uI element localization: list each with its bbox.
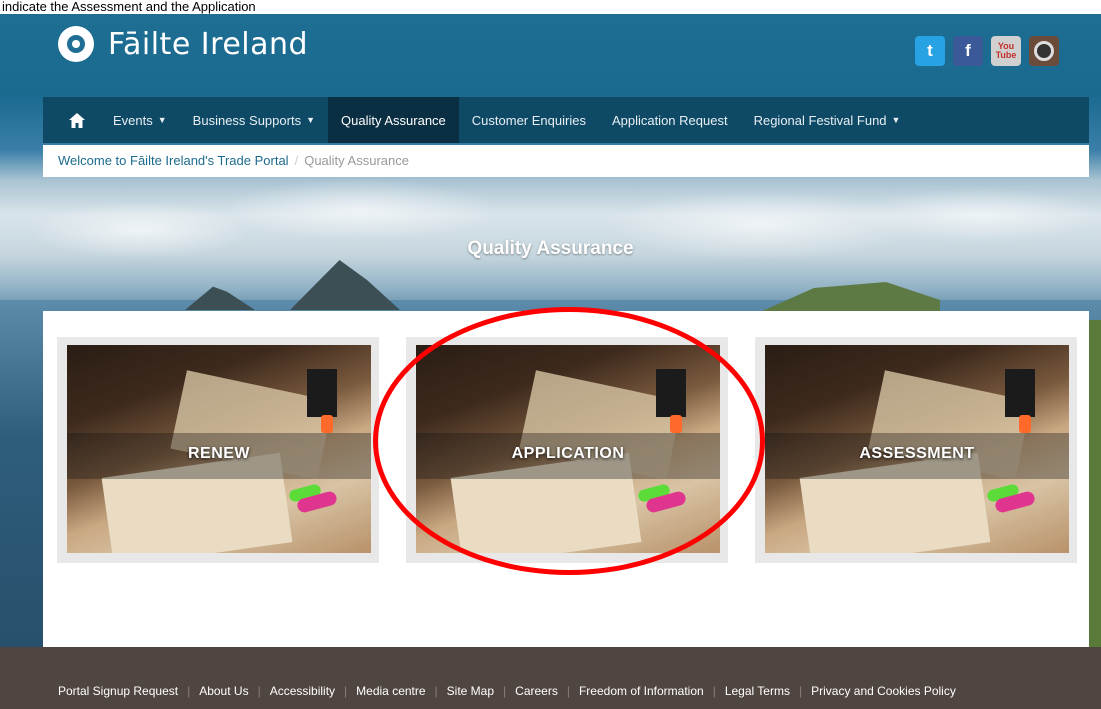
nav-item-application-request[interactable]: Application Request [599,97,741,143]
footer-link-privacy-cookies[interactable]: Privacy and Cookies Policy [811,684,956,698]
footer-separator: | [434,684,438,698]
content-panel: RENEW APPLICATION ASSESSMENT [43,311,1089,647]
footer-link-about-us[interactable]: About Us [199,684,248,698]
renew-tile[interactable]: RENEW [57,337,379,563]
footer-separator: | [344,684,348,698]
breadcrumb: Welcome to Fāilte Ireland's Trade Portal… [43,145,1089,177]
facebook-icon[interactable]: f [953,36,983,66]
tile-image: RENEW [67,345,371,553]
twitter-icon[interactable]: t [915,36,945,66]
footer-separator: | [503,684,507,698]
footer-link-legal-terms[interactable]: Legal Terms [725,684,790,698]
instagram-icon[interactable] [1029,36,1059,66]
footer-links: Portal Signup Request | About Us | Accessi… [58,684,956,698]
instruction-note: indicate the Assessment and the Applicat… [0,0,1101,14]
footer-link-site-map[interactable]: Site Map [447,684,494,698]
nav-item-events[interactable]: Events ▼ [100,97,180,143]
nav-item-quality-assurance[interactable]: Quality Assurance [328,97,459,143]
tile-label: APPLICATION [511,445,625,462]
footer-separator: | [798,684,803,698]
footer-link-accessibility[interactable]: Accessibility [270,684,335,698]
nav-item-label: Events [113,112,153,128]
nav-item-regional-festival-fund[interactable]: Regional Festival Fund ▼ [741,97,914,143]
breadcrumb-current: Quality Assurance [304,153,409,168]
nav-item-business-supports[interactable]: Business Supports ▼ [180,97,328,143]
social-links: t f You Tube [915,36,1059,66]
footer-separator: | [566,684,570,698]
nav-item-label: Customer Enquiries [471,112,586,128]
brand-name: Fāilte Ireland [108,26,309,62]
main-nav: Events ▼ Business Supports ▼ Quality Assur… [43,97,1089,143]
footer-link-media-centre[interactable]: Media centre [356,684,425,698]
footer-link-portal-signup[interactable]: Portal Signup Request [58,684,178,698]
footer-link-freedom-of-information[interactable]: Freedom of Information [579,684,704,698]
nav-item-label: Regional Festival Fund [753,112,887,128]
assessment-tile[interactable]: ASSESSMENT [755,337,1077,563]
application-tile[interactable]: APPLICATION [406,337,728,563]
nav-item-label: Business Supports [192,112,302,128]
footer-link-careers[interactable]: Careers [515,684,558,698]
cliff [1087,320,1101,650]
footer-separator: | [257,684,261,698]
tile-image: ASSESSMENT [765,345,1069,553]
footer-separator: | [187,684,191,698]
site-header: Fāilte Ireland t f You Tube [0,14,1101,98]
nav-item-customer-enquiries[interactable]: Customer Enquiries [459,97,599,143]
site-logo[interactable]: Fāilte Ireland [58,26,308,62]
breadcrumb-home-link[interactable]: Welcome to Fāilte Ireland's Trade Portal [58,153,289,168]
chevron-down-icon: ▼ [891,115,901,125]
chevron-down-icon: ▼ [306,115,315,125]
failte-ireland-logo-icon [58,26,94,62]
tile-image: APPLICATION [416,345,720,553]
tile-label: RENEW [187,445,251,462]
footer-separator: | [712,684,716,698]
site-footer: Portal Signup Request | About Us | Accessi… [0,647,1101,709]
page-title: Quality Assurance [467,238,634,259]
page-background: Fāilte Ireland t f You Tube Events ▼ Busi… [0,0,1101,709]
nav-item-label: Quality Assurance [341,112,446,128]
tile-label: ASSESSMENT [859,445,975,462]
home-icon[interactable] [43,97,100,143]
youtube-icon[interactable]: You Tube [991,36,1021,66]
nav-item-label: Application Request [611,112,728,128]
breadcrumb-separator: / [294,153,299,168]
chevron-down-icon: ▼ [157,115,167,125]
